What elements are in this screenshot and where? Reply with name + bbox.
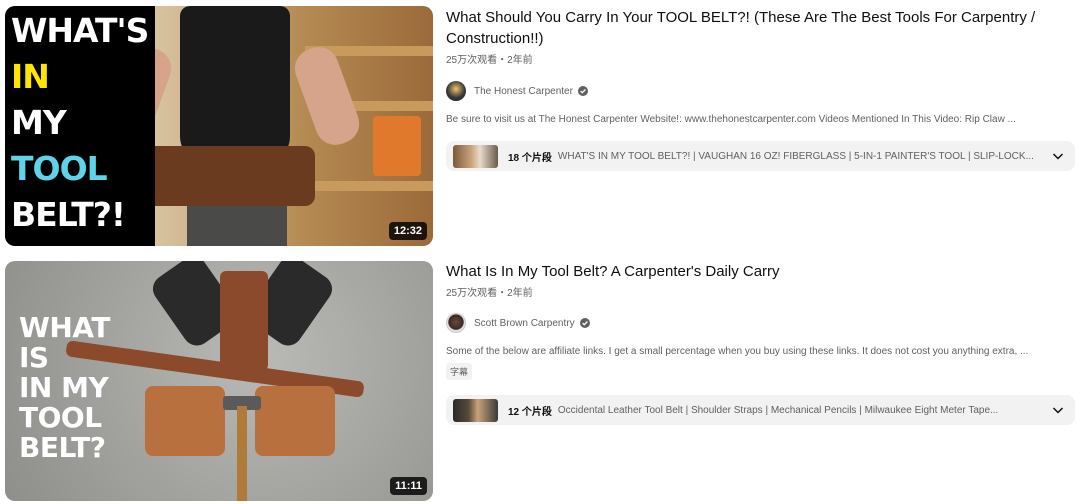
duration-badge: 11:11 <box>390 477 427 495</box>
video-thumbnail[interactable]: WHAT'S IN MY TOOL BELT?! 12:32 <box>5 6 433 246</box>
video-result: WHAT IS IN MY TOOL BELT? 11:11 What Is I… <box>0 256 1080 504</box>
channel-row[interactable]: The Honest Carpenter <box>446 80 1066 102</box>
verified-check-icon <box>577 86 588 96</box>
thumbnail-text-line: WHAT'S <box>11 11 149 50</box>
video-title[interactable]: What Should You Carry In Your TOOL BELT?… <box>446 7 1066 49</box>
video-description: Be sure to visit us at The Honest Carpen… <box>446 114 1016 125</box>
chevron-down-icon[interactable] <box>1051 149 1065 163</box>
chapter-thumbnail <box>453 398 498 422</box>
chapters-list: WHAT'S IN MY TOOL BELT?! | VAUGHAN 16 OZ… <box>557 150 1034 162</box>
chapters-bar[interactable]: 18 个片段 WHAT'S IN MY TOOL BELT?! | VAUGHA… <box>446 141 1075 171</box>
channel-avatar[interactable] <box>446 81 466 101</box>
video-info: What Is In My Tool Belt? A Carpenter's D… <box>446 261 1066 380</box>
thumbnail-text-line: IS <box>19 341 49 374</box>
video-title[interactable]: What Is In My Tool Belt? A Carpenter's D… <box>446 261 1066 282</box>
channel-name[interactable]: The Honest Carpenter <box>474 86 573 97</box>
subtitles-badge: 字幕 <box>446 363 473 380</box>
thumbnail-text: WHAT IS IN MY TOOL BELT? <box>19 313 110 463</box>
thumbnail-text-line: WHAT <box>19 311 110 344</box>
video-thumbnail[interactable]: WHAT IS IN MY TOOL BELT? 11:11 <box>5 261 433 501</box>
bucket <box>373 116 421 176</box>
thumbnail-text-line: BELT? <box>19 431 106 464</box>
thumbnail-text: WHAT'S IN MY TOOL BELT?! <box>5 6 155 246</box>
verified-check-icon <box>579 318 590 328</box>
thumbnail-text-line: IN MY <box>19 371 109 404</box>
thumbnail-text-line: MY <box>11 103 67 142</box>
chevron-down-icon[interactable] <box>1051 403 1065 417</box>
duration-badge: 12:32 <box>388 222 427 240</box>
channel-name[interactable]: Scott Brown Carpentry <box>474 318 575 329</box>
video-meta: 25万次观看・2年前 <box>446 288 533 299</box>
chapters-bar[interactable]: 12 个片段 Occidental Leather Tool Belt | Sh… <box>446 395 1075 425</box>
pouch <box>145 386 225 456</box>
chapters-list: Occidental Leather Tool Belt | Shoulder … <box>557 404 999 416</box>
thumbnail-text-line: TOOL <box>19 401 102 434</box>
chapter-thumbnail <box>453 144 498 168</box>
strap-leather <box>220 271 268 371</box>
shelf <box>315 181 433 191</box>
video-meta: 25万次观看・2年前 <box>446 55 533 66</box>
chapters-count: 12 个片段 <box>508 406 552 418</box>
hammer-handle <box>237 406 247 501</box>
video-description: Some of the below are affiliate links. I… <box>446 346 1029 357</box>
video-info: What Should You Carry In Your TOOL BELT?… <box>446 7 1066 125</box>
person-shirt <box>180 6 290 166</box>
pouch <box>255 386 335 456</box>
channel-row[interactable]: Scott Brown Carpentry <box>446 312 1066 334</box>
thumbnail-text-line: BELT?! <box>11 195 126 234</box>
tool-belt <box>145 146 315 206</box>
thumbnail-text-line: TOOL <box>11 149 108 188</box>
video-result: WHAT'S IN MY TOOL BELT?! 12:32 What Shou… <box>0 0 1080 252</box>
channel-avatar[interactable] <box>446 313 466 333</box>
thumbnail-text-line: IN <box>11 57 50 96</box>
chapters-count: 18 个片段 <box>508 152 552 164</box>
